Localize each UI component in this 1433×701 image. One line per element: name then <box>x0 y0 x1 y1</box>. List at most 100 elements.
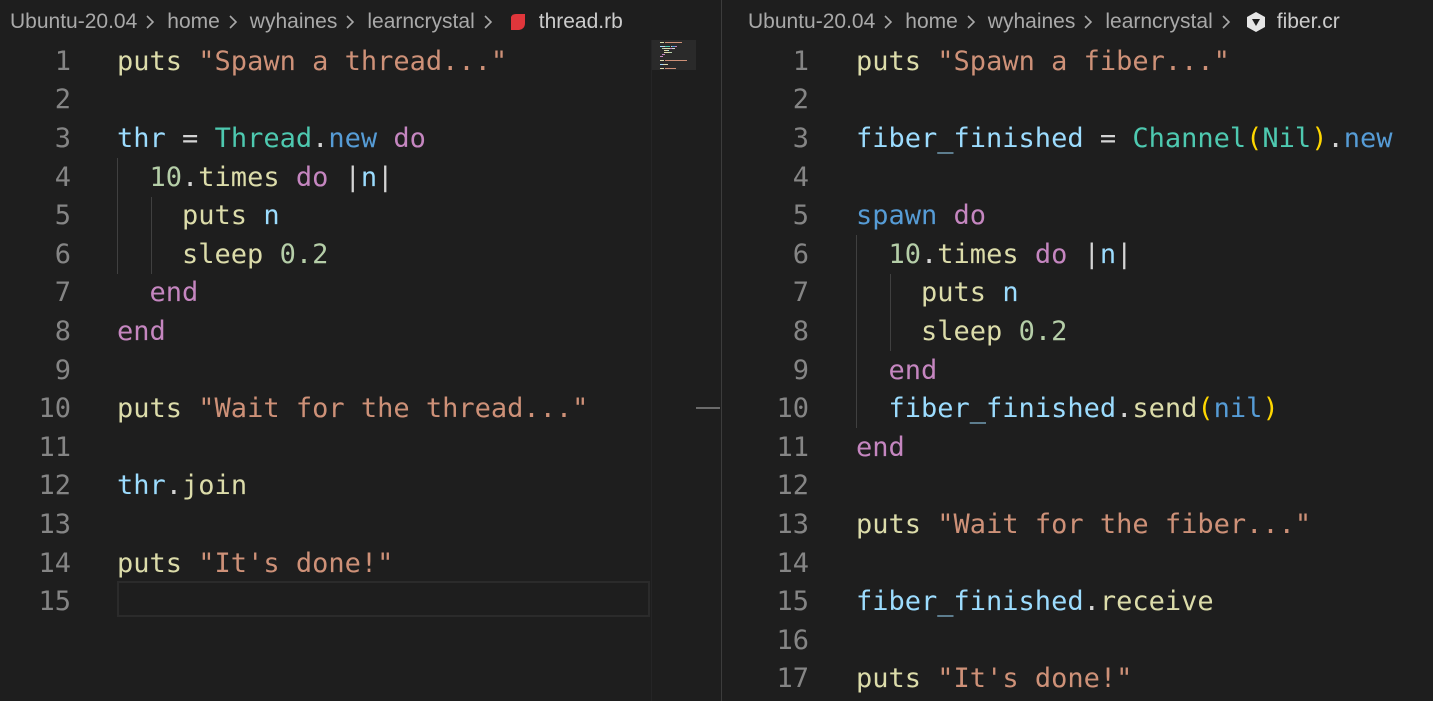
code-token: ( <box>1197 393 1214 425</box>
code-line[interactable]: 13 <box>0 505 722 544</box>
code-line[interactable]: 9 end <box>723 351 1433 390</box>
minimap-line <box>674 48 676 49</box>
code-token: | <box>328 161 361 193</box>
code-token: 10 <box>888 238 922 270</box>
code-line[interactable]: 10 puts "Wait for the thread..." <box>0 389 722 428</box>
breadcrumb: Ubuntu-20.04 home wyhaines learncrystal … <box>723 0 1433 44</box>
line-code: puts n <box>856 277 1019 308</box>
code-line[interactable]: 3 thr = Thread.new do <box>0 119 722 158</box>
chevron-right-icon <box>479 12 501 32</box>
code-line[interactable]: 10 fiber_finished.send(nil) <box>723 389 1433 428</box>
breadcrumb-item-distro[interactable]: Ubuntu-20.04 <box>10 10 137 34</box>
code-line[interactable]: 4 <box>723 158 1433 197</box>
code-line[interactable]: 2 <box>723 81 1433 120</box>
code-line[interactable]: 5 puts n <box>0 196 722 235</box>
breadcrumb-file[interactable]: fiber.cr <box>1277 10 1340 34</box>
code-token: do <box>295 161 329 193</box>
breadcrumb-item-folder[interactable]: learncrystal <box>1105 10 1212 34</box>
code-token: "Wait for the thread..." <box>198 393 589 425</box>
code-editor[interactable]: 1 puts "Spawn a fiber..." 2 3 fiber_finished… <box>723 42 1433 701</box>
minimap-slider[interactable] <box>652 40 696 70</box>
code-token: send <box>1132 393 1198 425</box>
breadcrumb-item-user[interactable]: wyhaines <box>250 10 338 34</box>
code-token: spawn <box>856 200 938 232</box>
breadcrumb-file[interactable]: thread.rb <box>539 10 623 34</box>
overview-ruler[interactable] <box>696 40 722 701</box>
code-line[interactable]: 11 end <box>723 428 1433 467</box>
code-token: = <box>165 122 215 154</box>
minimap-line <box>663 64 668 65</box>
code-token: fiber_finished <box>856 586 1084 618</box>
code-token: puts <box>117 393 183 425</box>
line-code: spawn do <box>856 200 986 231</box>
code-token: 10 <box>149 161 183 193</box>
code-line[interactable]: 6 sleep 0.2 <box>0 235 722 274</box>
minimap-line <box>671 46 675 47</box>
code-line[interactable]: 4 10.times do |n| <box>0 158 722 197</box>
code-token: . <box>1116 393 1133 425</box>
code-token: receive <box>1099 586 1214 618</box>
minimap-line <box>660 60 664 61</box>
breadcrumb-item-folder[interactable]: learncrystal <box>367 10 474 34</box>
line-number: 7 <box>54 277 71 309</box>
code-line[interactable]: 11 <box>0 428 722 467</box>
code-token: end <box>117 315 166 347</box>
code-line[interactable]: 5 spawn do <box>723 196 1433 235</box>
left-editor-pane[interactable]: Ubuntu-20.04 home wyhaines learncrystal … <box>0 0 722 701</box>
minimap[interactable] <box>651 40 696 701</box>
code-editor[interactable]: 1 puts "Spawn a thread..." 2 3 thr = Thread.… <box>0 42 722 701</box>
code-line[interactable]: 8 end <box>0 312 722 351</box>
line-code: thr = Thread.new do <box>117 123 426 154</box>
code-line[interactable]: 12 thr.join <box>0 467 722 506</box>
code-line[interactable]: 1 puts "Spawn a fiber..." <box>723 42 1433 81</box>
pane-divider[interactable] <box>721 0 722 701</box>
code-line[interactable]: 14 <box>723 544 1433 583</box>
chevron-right-icon <box>1079 12 1101 32</box>
minimap-line <box>661 54 665 55</box>
code-token: end <box>888 354 938 386</box>
code-line[interactable]: 16 <box>723 621 1433 660</box>
line-number: 3 <box>54 122 71 154</box>
code-line[interactable]: 3 fiber_finished = Channel(Nil).new <box>723 119 1433 158</box>
code-line[interactable]: 1 puts "Spawn a thread..." <box>0 42 722 81</box>
right-editor-pane[interactable]: Ubuntu-20.04 home wyhaines learncrystal … <box>723 0 1433 701</box>
code-line[interactable]: 13 puts "Wait for the fiber..." <box>723 505 1433 544</box>
code-token: puts <box>182 200 248 232</box>
line-number: 1 <box>792 45 809 77</box>
code-token: . <box>165 470 183 502</box>
code-line[interactable]: 15 <box>0 582 722 621</box>
code-token: puts <box>117 547 183 579</box>
code-line[interactable]: 15 fiber_finished.receive <box>723 582 1433 621</box>
code-line[interactable]: 14 puts "It's done!" <box>0 544 722 583</box>
chevron-right-icon <box>141 12 163 32</box>
code-line[interactable]: 7 end <box>0 274 722 313</box>
code-token: join <box>182 470 248 502</box>
ruby-icon <box>507 11 529 33</box>
code-line[interactable]: 2 <box>0 81 722 120</box>
code-line[interactable]: 17 puts "It's done!" <box>723 660 1433 699</box>
code-token: end <box>856 431 905 463</box>
code-token: ) <box>1311 122 1328 154</box>
code-token: thr <box>117 122 166 154</box>
breadcrumb-item-home[interactable]: home <box>905 10 958 34</box>
breadcrumb-item-distro[interactable]: Ubuntu-20.04 <box>748 10 875 34</box>
code-token: do <box>953 200 987 232</box>
code-token: | <box>1116 238 1133 270</box>
code-line[interactable]: 12 <box>723 467 1433 506</box>
line-number: 5 <box>54 200 71 232</box>
code-token: | <box>1067 238 1100 270</box>
line-code: end <box>117 277 199 308</box>
code-line[interactable]: 9 <box>0 351 722 390</box>
code-line[interactable]: 7 puts n <box>723 274 1433 313</box>
breadcrumb-item-user[interactable]: wyhaines <box>988 10 1076 34</box>
line-number: 14 <box>776 547 809 579</box>
minimap-line <box>665 46 671 47</box>
line-number: 15 <box>38 586 71 618</box>
breadcrumb-item-home[interactable]: home <box>167 10 220 34</box>
code-line[interactable]: 8 sleep 0.2 <box>723 312 1433 351</box>
code-line[interactable]: 6 10.times do |n| <box>723 235 1433 274</box>
code-token: sleep <box>921 315 1003 347</box>
